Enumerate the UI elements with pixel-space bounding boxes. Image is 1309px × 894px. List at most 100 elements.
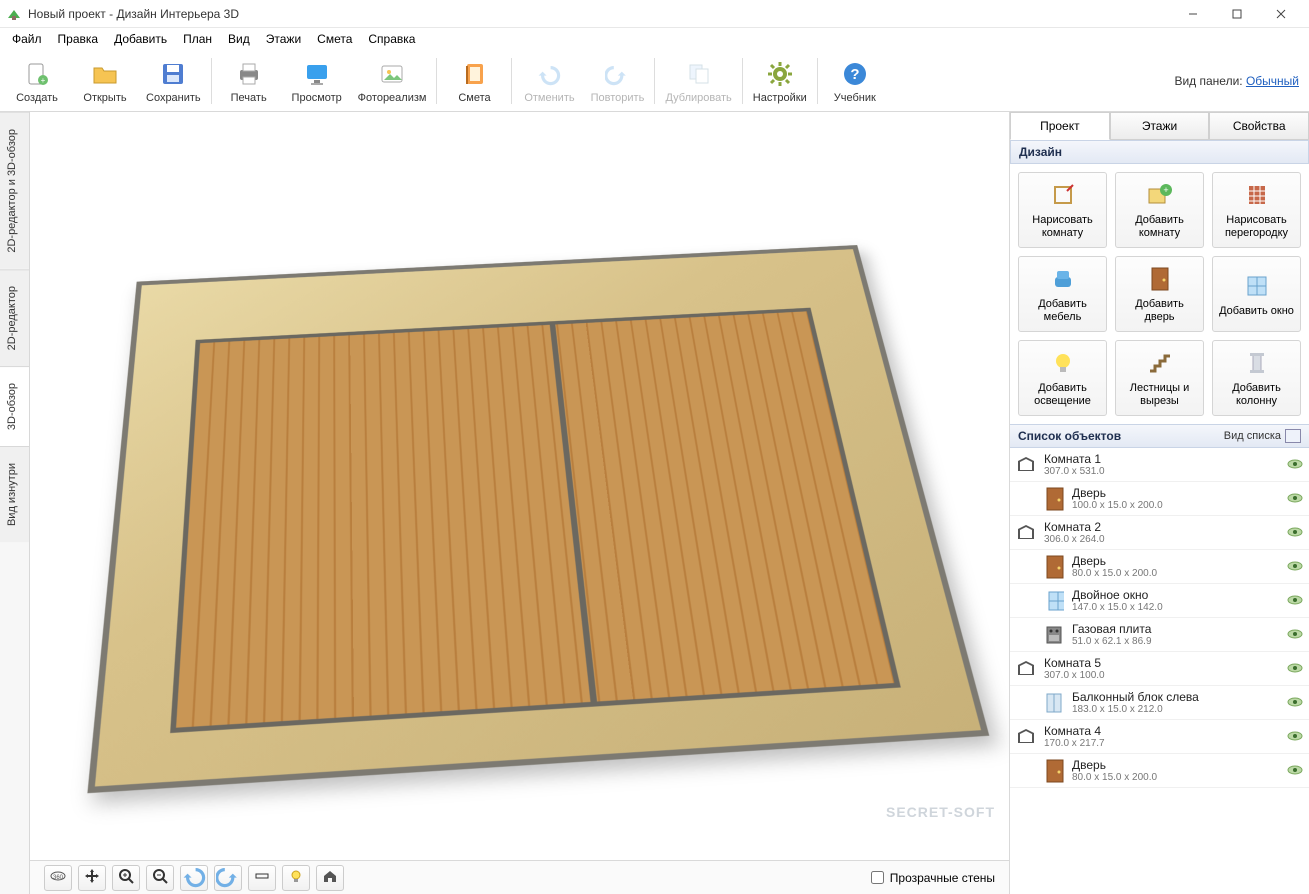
object-child-row[interactable]: Двойное окно147.0 x 15.0 x 142.0 xyxy=(1010,584,1309,618)
sidepanel-tab-2[interactable]: Свойства xyxy=(1209,112,1309,140)
view-tab-1[interactable]: 2D-редактор xyxy=(0,269,29,366)
visibility-toggle[interactable] xyxy=(1287,765,1303,777)
monitor-icon xyxy=(301,58,333,90)
object-name: Комната 2 xyxy=(1044,520,1279,534)
object-name: Двойное окно xyxy=(1072,588,1279,602)
orbit-360-button[interactable]: 360 xyxy=(44,865,72,891)
dim-button[interactable] xyxy=(248,865,276,891)
menu-item-4[interactable]: Вид xyxy=(220,30,258,48)
object-dims: 170.0 x 217.7 xyxy=(1044,738,1279,749)
tool-label: Дублировать xyxy=(665,92,731,104)
undo-icon xyxy=(182,864,206,891)
object-child-row[interactable]: Дверь80.0 x 15.0 x 200.0 xyxy=(1010,754,1309,788)
viewport-3d[interactable]: SECRET-SOFT xyxy=(30,112,1009,860)
object-row[interactable]: Комната 2306.0 x 264.0 xyxy=(1010,516,1309,550)
object-child-row[interactable]: Балконный блок слева183.0 x 15.0 x 212.0 xyxy=(1010,686,1309,720)
menu-item-6[interactable]: Смета xyxy=(309,30,360,48)
visibility-toggle[interactable] xyxy=(1287,459,1303,471)
design-button-7[interactable]: Лестницы и вырезы xyxy=(1115,340,1204,416)
photoreal-button[interactable]: Фотореализм xyxy=(358,58,427,104)
view-tab-0[interactable]: 2D-редактор и 3D-обзор xyxy=(0,112,29,269)
help-icon: ? xyxy=(839,58,871,90)
sidepanel-tabs: ПроектЭтажиСвойства xyxy=(1010,112,1309,140)
object-dims: 100.0 x 15.0 x 200.0 xyxy=(1072,500,1279,511)
transparent-walls-input[interactable] xyxy=(871,871,884,884)
pan-icon xyxy=(84,868,100,887)
object-row[interactable]: Комната 1307.0 x 531.0 xyxy=(1010,448,1309,482)
tutorial-button[interactable]: ?Учебник xyxy=(828,58,882,104)
menu-item-2[interactable]: Добавить xyxy=(106,30,175,48)
design-button-4[interactable]: Добавить дверь xyxy=(1115,256,1204,332)
close-button[interactable] xyxy=(1259,0,1303,28)
svg-text:360: 360 xyxy=(53,875,64,881)
zoom-in-icon xyxy=(118,868,134,887)
redo-button[interactable] xyxy=(214,865,242,891)
menubar: ФайлПравкаДобавитьПланВидЭтажиСметаСправ… xyxy=(0,28,1309,50)
menu-item-7[interactable]: Справка xyxy=(360,30,423,48)
minimize-button[interactable] xyxy=(1171,0,1215,28)
object-child-row[interactable]: Дверь100.0 x 15.0 x 200.0 xyxy=(1010,482,1309,516)
notebook-icon xyxy=(458,58,490,90)
objects-view-mode[interactable]: Вид списка xyxy=(1224,429,1301,443)
visibility-toggle[interactable] xyxy=(1287,629,1303,641)
object-row[interactable]: Комната 5307.0 x 100.0 xyxy=(1010,652,1309,686)
open-button[interactable]: Открыть xyxy=(78,58,132,104)
object-name: Комната 5 xyxy=(1044,656,1279,670)
bulb-button[interactable] xyxy=(282,865,310,891)
tool-label: Фотореализм xyxy=(358,92,427,104)
maximize-button[interactable] xyxy=(1215,0,1259,28)
visibility-toggle[interactable] xyxy=(1287,731,1303,743)
design-button-8[interactable]: Добавить колонну xyxy=(1212,340,1301,416)
preview-button[interactable]: Просмотр xyxy=(290,58,344,104)
visibility-toggle[interactable] xyxy=(1287,595,1303,607)
visibility-toggle[interactable] xyxy=(1287,561,1303,573)
column-icon xyxy=(1242,348,1272,378)
settings-button[interactable]: Настройки xyxy=(753,58,807,104)
design-button-3[interactable]: Добавить мебель xyxy=(1018,256,1107,332)
visibility-toggle[interactable] xyxy=(1287,663,1303,675)
design-button-1[interactable]: +Добавить комнату xyxy=(1115,172,1204,248)
object-child-row[interactable]: Газовая плита51.0 x 62.1 x 86.9 xyxy=(1010,618,1309,652)
tool-label: Отменить xyxy=(524,92,574,104)
object-dims: 307.0 x 100.0 xyxy=(1044,670,1279,681)
pan-button[interactable] xyxy=(78,865,106,891)
sidepanel-tab-0[interactable]: Проект xyxy=(1010,112,1110,140)
design-button-2[interactable]: Нарисовать перегородку xyxy=(1212,172,1301,248)
door-icon xyxy=(1044,557,1064,577)
menu-item-5[interactable]: Этажи xyxy=(258,30,309,48)
design-label: Лестницы и вырезы xyxy=(1120,382,1199,407)
zoom-out-button[interactable] xyxy=(146,865,174,891)
view-tab-3[interactable]: Вид изнутри xyxy=(0,446,29,542)
menu-item-1[interactable]: Правка xyxy=(50,30,107,48)
view-tab-2[interactable]: 3D-обзор xyxy=(0,366,29,446)
object-row[interactable]: Комната 4170.0 x 217.7 xyxy=(1010,720,1309,754)
design-button-6[interactable]: Добавить освещение xyxy=(1018,340,1107,416)
print-button[interactable]: Печать xyxy=(222,58,276,104)
room-icon xyxy=(1016,727,1036,747)
menu-item-0[interactable]: Файл xyxy=(4,30,50,48)
save-button[interactable]: Сохранить xyxy=(146,58,201,104)
room-icon xyxy=(1016,659,1036,679)
door-icon xyxy=(1145,264,1175,294)
object-child-row[interactable]: Дверь80.0 x 15.0 x 200.0 xyxy=(1010,550,1309,584)
design-button-5[interactable]: Добавить окно xyxy=(1212,256,1301,332)
panel-view-link[interactable]: Обычный xyxy=(1246,74,1299,88)
visibility-toggle[interactable] xyxy=(1287,493,1303,505)
sidepanel-tab-1[interactable]: Этажи xyxy=(1110,112,1210,140)
home-button[interactable] xyxy=(316,865,344,891)
design-button-0[interactable]: Нарисовать комнату xyxy=(1018,172,1107,248)
visibility-toggle[interactable] xyxy=(1287,527,1303,539)
transparent-walls-checkbox[interactable]: Прозрачные стены xyxy=(871,871,995,885)
window-icon xyxy=(1044,591,1064,611)
estimate-button[interactable]: Смета xyxy=(447,58,501,104)
objects-header: Список объектов Вид списка xyxy=(1010,424,1309,448)
window-title: Новый проект - Дизайн Интерьера 3D xyxy=(28,7,1171,21)
create-button[interactable]: +Создать xyxy=(10,58,64,104)
undo-button[interactable] xyxy=(180,865,208,891)
design-tools-grid: Нарисовать комнату+Добавить комнатуНарис… xyxy=(1010,164,1309,424)
duplicate-icon xyxy=(683,58,715,90)
zoom-in-button[interactable] xyxy=(112,865,140,891)
partition-icon xyxy=(1242,180,1272,210)
visibility-toggle[interactable] xyxy=(1287,697,1303,709)
menu-item-3[interactable]: План xyxy=(175,30,220,48)
